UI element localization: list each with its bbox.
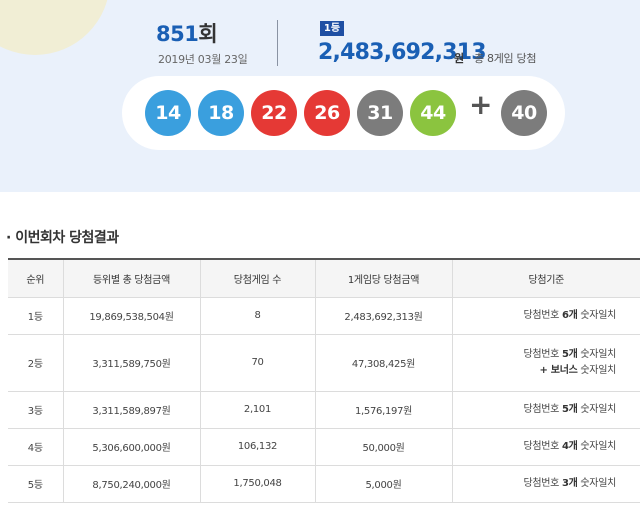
criteria-count: 5개 xyxy=(561,348,578,360)
winning-ball-2: 18 xyxy=(198,90,244,136)
header-winning-games: 당첨게임 수 xyxy=(199,259,316,298)
plus-sign: + xyxy=(469,88,493,121)
draw-number: 851회 xyxy=(156,18,218,48)
header-divider xyxy=(277,20,278,66)
criteria-text: 숫자일치 xyxy=(577,403,616,415)
header-rank: 순위 xyxy=(8,259,64,298)
criteria-count: 5개 xyxy=(561,403,578,415)
criteria-text: 숫자일치 xyxy=(577,309,616,321)
cell-per-game: 50,000원 xyxy=(314,427,453,466)
criteria-text: 당첨번호 xyxy=(523,348,562,360)
cell-rank: 1등 xyxy=(8,296,64,335)
first-prize-winners: 총 8게임 당첨 xyxy=(474,52,537,65)
cell-games: 70 xyxy=(199,333,316,392)
winning-ball-1: 14 xyxy=(145,90,191,136)
winning-ball-4: 26 xyxy=(304,90,350,136)
criteria-text: 당첨번호 xyxy=(523,440,562,452)
cell-rank: 4등 xyxy=(8,427,64,466)
table-header-row: 순위 등위별 총 당첨금액 당첨게임 수 1게임당 당첨금액 당첨기준 xyxy=(8,259,640,298)
cell-total: 3,311,589,750원 xyxy=(62,333,201,392)
cell-per-game: 5,000원 xyxy=(314,464,453,503)
first-prize-badge: 1등 xyxy=(320,21,344,36)
criteria-count: 4개 xyxy=(561,440,578,452)
cell-total: 8,750,240,000원 xyxy=(62,464,201,503)
criteria-text: 숫자일치 xyxy=(577,348,616,360)
cell-per-game: 2,483,692,313원 xyxy=(314,296,453,335)
cell-games: 2,101 xyxy=(199,390,316,429)
cell-criteria: 당첨번호 6개 숫자일치 xyxy=(451,296,640,335)
header-per-game-prize: 1게임당 당첨금액 xyxy=(314,259,453,298)
table-row: 2등 3,311,589,750원 70 47,308,425원 당첨번호 5개… xyxy=(8,333,640,392)
cell-rank: 3등 xyxy=(8,390,64,429)
criteria-text: 숫자일치 xyxy=(577,364,616,376)
draw-date: 2019년 03월 23일 xyxy=(158,53,248,66)
cell-rank: 5등 xyxy=(8,464,64,503)
bonus-ball: 40 xyxy=(501,90,547,136)
draw-summary-banner: 851회 2019년 03월 23일 1등 2,483,692,313 원 총 … xyxy=(0,0,640,192)
cell-per-game: 47,308,425원 xyxy=(314,333,453,392)
draw-number-unit: 회 xyxy=(198,22,218,46)
draw-number-value: 851 xyxy=(156,22,199,46)
table-row: 4등 5,306,600,000원 106,132 50,000원 당첨번호 4… xyxy=(8,427,640,466)
criteria-text: 당첨번호 xyxy=(523,477,562,489)
cell-rank: 2등 xyxy=(8,333,64,392)
decorative-circle xyxy=(0,0,110,55)
criteria-text: 당첨번호 xyxy=(523,403,562,415)
table-row: 5등 8,750,240,000원 1,750,048 5,000원 당첨번호 … xyxy=(8,464,640,503)
cell-games: 1,750,048 xyxy=(199,464,316,503)
winning-ball-5: 31 xyxy=(357,90,403,136)
criteria-text: 당첨번호 xyxy=(523,309,562,321)
first-prize-amount-unit: 원 xyxy=(454,52,465,65)
cell-criteria: 당첨번호 5개 숫자일치 xyxy=(451,390,640,429)
criteria-text: 숫자일치 xyxy=(577,440,616,452)
winning-ball-3: 22 xyxy=(251,90,297,136)
cell-total: 5,306,600,000원 xyxy=(62,427,201,466)
header-criteria: 당첨기준 xyxy=(451,259,640,298)
cell-criteria: 당첨번호 5개 숫자일치 + 보너스 숫자일치 xyxy=(451,333,640,392)
cell-criteria: 당첨번호 4개 숫자일치 xyxy=(451,427,640,466)
criteria-count: 3개 xyxy=(561,477,578,489)
section-title: · 이번회차 당첨결과 xyxy=(6,230,119,246)
criteria-bonus: + 보너스 xyxy=(539,364,578,376)
cell-per-game: 1,576,197원 xyxy=(314,390,453,429)
cell-games: 106,132 xyxy=(199,427,316,466)
winning-numbers-panel: 14 18 22 26 31 44 + 40 xyxy=(122,76,565,150)
cell-criteria: 당첨번호 3개 숫자일치 xyxy=(451,464,640,503)
table-row: 1등 19,869,538,504원 8 2,483,692,313원 당첨번호… xyxy=(8,296,640,335)
criteria-text: 숫자일치 xyxy=(577,477,616,489)
criteria-count: 6개 xyxy=(561,309,578,321)
table-row: 3등 3,311,589,897원 2,101 1,576,197원 당첨번호 … xyxy=(8,390,640,429)
winning-ball-6: 44 xyxy=(410,90,456,136)
header-total-prize: 등위별 총 당첨금액 xyxy=(62,259,201,298)
cell-games: 8 xyxy=(199,296,316,335)
cell-total: 3,311,589,897원 xyxy=(62,390,201,429)
prize-results-table: 순위 등위별 총 당첨금액 당첨게임 수 1게임당 당첨금액 당첨기준 1등 1… xyxy=(8,258,640,503)
cell-total: 19,869,538,504원 xyxy=(62,296,201,335)
